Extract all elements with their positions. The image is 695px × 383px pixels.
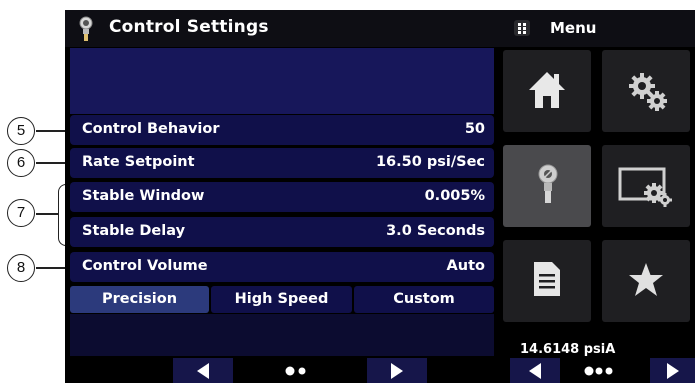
- prev-arrow-icon: [529, 363, 541, 379]
- control-behavior-value: 50: [464, 121, 485, 137]
- page-indicator-icon: [584, 366, 613, 376]
- star-icon: [629, 263, 663, 296]
- control-tile[interactable]: [503, 145, 591, 227]
- rate-setpoint-label: Rate Setpoint: [82, 154, 195, 170]
- rate-setpoint-row[interactable]: Rate Setpoint 16.50 psi/Sec: [70, 148, 494, 178]
- control-volume-label: Control Volume: [82, 258, 208, 274]
- settings-tile[interactable]: [602, 50, 690, 132]
- rate-setpoint-value: 16.50 psi/Sec: [375, 154, 485, 170]
- control-settings-panel: Control Settings Control Behavior 50 Rat…: [65, 10, 500, 383]
- callout-8: 8: [7, 254, 35, 282]
- stable-window-label: Stable Window: [82, 188, 205, 204]
- favorites-tile[interactable]: [602, 240, 690, 322]
- control-behavior-row[interactable]: Control Behavior 50: [70, 115, 494, 145]
- page-title: Control Settings: [109, 17, 269, 37]
- callout-6: 6: [7, 149, 35, 177]
- stable-delay-value: 3.0 Seconds: [386, 223, 485, 239]
- pressure-readout: 14.6148 psiA: [520, 342, 616, 357]
- home-tile[interactable]: [503, 50, 591, 132]
- stable-delay-label: Stable Delay: [82, 223, 186, 239]
- tab-precision[interactable]: Precision: [70, 286, 209, 313]
- prev-arrow-icon: [197, 363, 209, 379]
- pressure-gauge-icon: [79, 16, 93, 41]
- page-indicator-icon: [285, 366, 306, 376]
- home-icon: [529, 72, 565, 108]
- screen-settings-icon: [618, 167, 672, 207]
- tab-high-speed[interactable]: High Speed: [211, 286, 352, 313]
- stable-delay-row[interactable]: Stable Delay 3.0 Seconds: [70, 217, 494, 247]
- next-page-button[interactable]: [367, 358, 427, 383]
- prev-page-button[interactable]: [173, 358, 233, 383]
- menu-bar[interactable]: Menu: [500, 10, 695, 47]
- info-panel: [70, 48, 494, 114]
- header-bar: Control Settings: [65, 10, 500, 47]
- gears-icon: [629, 73, 667, 111]
- stable-window-row[interactable]: Stable Window 0.005%: [70, 182, 494, 212]
- document-icon: [534, 262, 560, 296]
- control-volume-value: Auto: [446, 258, 485, 274]
- stable-window-value: 0.005%: [424, 188, 485, 204]
- tab-custom[interactable]: Custom: [354, 286, 494, 313]
- menu-label: Menu: [550, 19, 597, 37]
- lower-panel: [70, 314, 494, 356]
- grid-icon: [514, 20, 530, 36]
- next-arrow-icon: [667, 363, 679, 379]
- device-screen: Control Settings Control Behavior 50 Rat…: [65, 10, 695, 383]
- control-behavior-label: Control Behavior: [82, 121, 220, 137]
- pressure-gauge-icon: [538, 164, 558, 203]
- menu-panel: Menu 14.6148 psiA: [500, 10, 695, 383]
- documents-tile[interactable]: [503, 240, 591, 322]
- screen-settings-tile[interactable]: [602, 145, 690, 227]
- next-arrow-icon: [391, 363, 403, 379]
- callout-5: 5: [7, 117, 35, 145]
- callout-7-line: [36, 213, 58, 215]
- menu-prev-button[interactable]: [510, 358, 560, 383]
- callout-7: 7: [7, 199, 35, 227]
- menu-next-button[interactable]: [650, 358, 695, 383]
- control-volume-row[interactable]: Control Volume Auto: [70, 252, 494, 282]
